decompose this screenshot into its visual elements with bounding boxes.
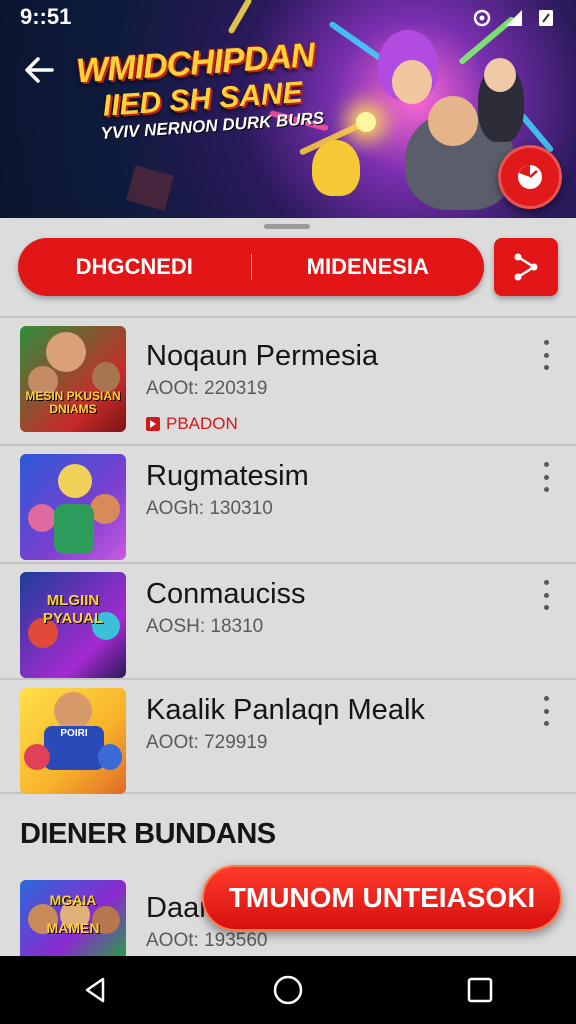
character-yellow-creature	[312, 140, 360, 196]
game-thumbnail: MLGIIN PYAUAL	[20, 572, 126, 678]
game-thumbnail: MESIN PKUSIAN DNIAMS	[20, 326, 126, 432]
item-subtitle: AOOt: 220319	[146, 378, 268, 399]
tab-midenesia[interactable]: MIDENESIA	[252, 254, 485, 280]
item-title: Noqaun Permesia	[146, 340, 379, 372]
badge-label: PBADON	[166, 414, 238, 433]
game-thumbnail	[20, 454, 126, 560]
list-item[interactable]: POIRI Kaalik Panlaqn Mealk AOOt: 729919	[0, 680, 576, 794]
list-item[interactable]: Rugmatesim AOGh: 130310	[0, 446, 576, 564]
more-options-button[interactable]	[536, 462, 556, 492]
arrow-left-icon	[25, 57, 54, 83]
segment-tabs: DHGCNEDI MIDENESIA	[18, 238, 484, 296]
item-subtitle: AOGh: 130310	[146, 498, 273, 519]
item-title: Kaalik Panlaqn Mealk	[146, 694, 425, 726]
back-triangle-icon	[85, 977, 105, 1003]
status-bar: 9::51	[20, 4, 556, 30]
game-thumbnail: POIRI	[20, 688, 126, 794]
drag-handle[interactable]	[264, 224, 310, 229]
more-options-button[interactable]	[536, 340, 556, 370]
content-sheet: DHGCNEDI MIDENESIA MESIN PKUSIAN DNIAMS …	[0, 218, 576, 956]
nav-back-button[interactable]	[66, 960, 126, 1020]
play-badge-icon	[146, 417, 160, 431]
pie-chart-icon	[518, 165, 542, 189]
cta-button[interactable]: TMUNOM UNTEIASOKI	[202, 865, 562, 931]
banner-title: WMIDCHIPDAN IIED SH SANE YVIV NERNON DUR…	[75, 36, 325, 146]
system-nav-bar	[0, 956, 576, 1024]
more-options-button[interactable]	[536, 696, 556, 726]
list-item[interactable]: MESIN PKUSIAN DNIAMS Noqaun Permesia AOO…	[0, 318, 576, 446]
item-title: Daar	[146, 892, 209, 924]
battery-icon	[536, 8, 556, 26]
status-badge: PBADON	[146, 414, 238, 434]
tab-dhgcnedi[interactable]: DHGCNEDI	[18, 254, 251, 280]
list-item[interactable]: MLGIIN PYAUAL Conmauciss AOSH: 18310	[0, 564, 576, 680]
nav-home-button[interactable]	[258, 960, 318, 1020]
sync-icon	[472, 8, 492, 27]
item-title: Conmauciss	[146, 578, 306, 610]
thumbnail-text: MGAIA MAMEN	[46, 892, 100, 936]
stats-fab-button[interactable]	[498, 145, 562, 209]
item-subtitle: AOOt: 193560	[146, 930, 268, 951]
item-title: Rugmatesim	[146, 460, 309, 492]
back-button[interactable]	[18, 48, 62, 92]
thumbnail-text: MLGIIN PYAUAL	[42, 592, 104, 627]
item-subtitle: AOOt: 729919	[146, 732, 268, 753]
nav-recents-button[interactable]	[450, 960, 510, 1020]
status-time: 9::51	[20, 4, 72, 29]
share-icon	[514, 253, 538, 281]
game-list: MESIN PKUSIAN DNIAMS Noqaun Permesia AOO…	[0, 318, 576, 794]
thumbnail-text: POIRI	[60, 728, 88, 739]
signal-icon	[504, 8, 524, 26]
share-button[interactable]	[494, 238, 558, 296]
hero-banner: 9::51 WMIDCHIPDAN IIED SH SANE YVIV NERN…	[0, 0, 576, 218]
item-subtitle: AOSH: 18310	[146, 616, 264, 637]
section-title: DIENER BUNDANS	[20, 818, 276, 850]
more-options-button[interactable]	[536, 580, 556, 610]
thumbnail-text: MESIN PKUSIAN DNIAMS	[25, 389, 121, 416]
home-circle-icon	[273, 975, 303, 1005]
recents-square-icon	[467, 977, 493, 1003]
game-thumbnail: MGAIA MAMEN	[20, 880, 126, 956]
